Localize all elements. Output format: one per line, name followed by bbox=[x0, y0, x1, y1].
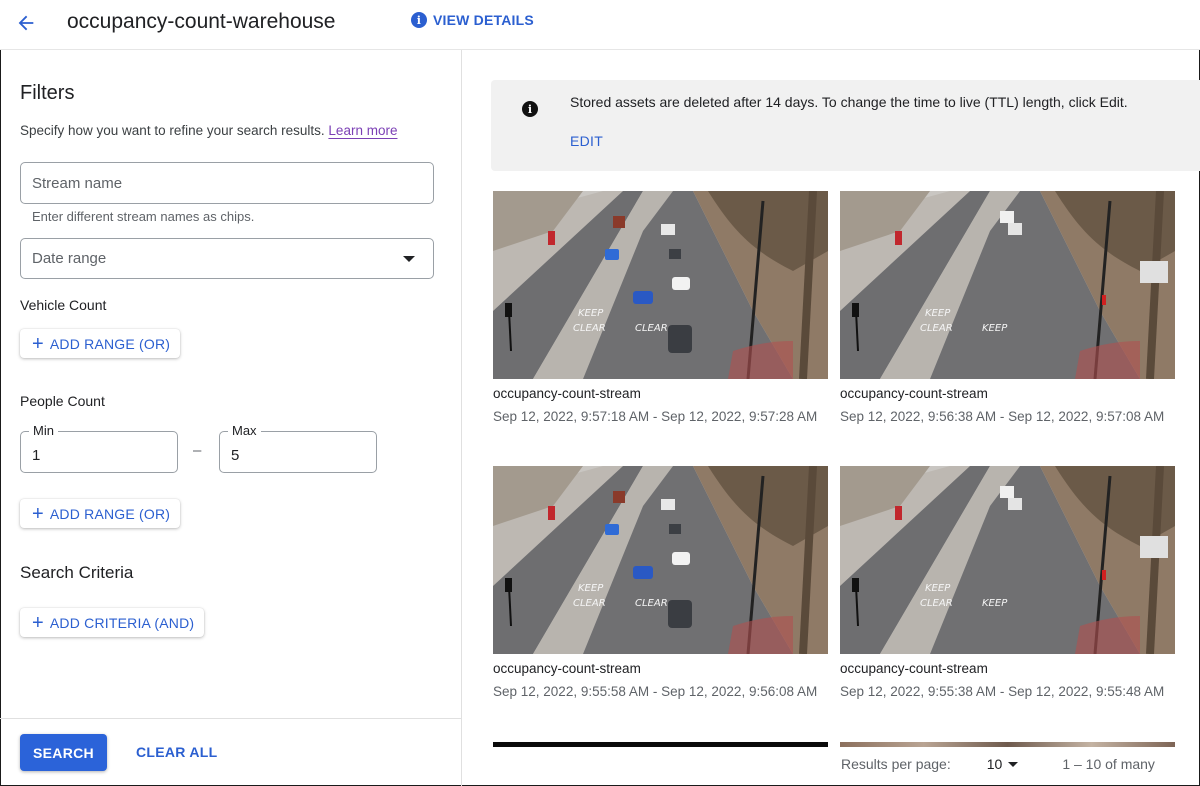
people-max-label: Max bbox=[228, 423, 261, 438]
result-stream-name: occupancy-count-stream bbox=[493, 661, 641, 676]
back-button[interactable] bbox=[12, 9, 40, 37]
page-title: occupancy-count-warehouse bbox=[67, 10, 336, 33]
people-count-label: People Count bbox=[20, 393, 105, 409]
vehicle-add-range-button[interactable]: + ADD RANGE (OR) bbox=[20, 329, 181, 358]
svg-text:CLEAR: CLEAR bbox=[635, 323, 668, 334]
stream-name-input[interactable] bbox=[21, 163, 433, 203]
traffic-camera-thumbnail: KEEP CLEAR KEEP bbox=[840, 466, 1175, 654]
people-add-range-button[interactable]: + ADD RANGE (OR) bbox=[20, 499, 181, 528]
result-card-partial[interactable] bbox=[840, 742, 1175, 747]
people-max-input[interactable] bbox=[220, 432, 376, 472]
result-time-range: Sep 12, 2022, 9:55:58 AM - Sep 12, 2022,… bbox=[493, 684, 818, 699]
svg-text:KEEP: KEEP bbox=[982, 323, 1008, 334]
stream-name-hint: Enter different stream names as chips. bbox=[32, 209, 255, 224]
plus-icon: + bbox=[32, 611, 44, 634]
plus-icon: + bbox=[32, 502, 44, 525]
traffic-camera-thumbnail: KEEP CLEAR CLEAR bbox=[493, 191, 828, 379]
svg-text:KEEP: KEEP bbox=[578, 583, 604, 594]
arrow-left-icon bbox=[18, 15, 34, 31]
result-time-range: Sep 12, 2022, 9:55:38 AM - Sep 12, 2022,… bbox=[840, 684, 1165, 699]
info-icon: i bbox=[411, 12, 427, 28]
search-button[interactable]: SEARCH bbox=[20, 734, 107, 771]
filters-description-text: Specify how you want to refine your sear… bbox=[20, 123, 325, 138]
people-max-field[interactable]: Max bbox=[219, 423, 377, 473]
result-stream-name: occupancy-count-stream bbox=[493, 386, 641, 401]
ttl-notice-banner: i Stored assets are deleted after 14 day… bbox=[491, 80, 1200, 171]
results-range-label: 1 – 10 of many bbox=[1062, 756, 1155, 772]
people-min-input[interactable] bbox=[21, 432, 177, 472]
view-details-button[interactable]: i VIEW DETAILS bbox=[411, 12, 534, 28]
people-add-range-label: ADD RANGE (OR) bbox=[49, 505, 171, 522]
svg-text:KEEP: KEEP bbox=[925, 583, 951, 594]
view-details-label: VIEW DETAILS bbox=[433, 12, 534, 28]
results-per-page-label: Results per page: bbox=[841, 756, 951, 772]
footer-divider bbox=[0, 718, 462, 719]
svg-text:KEEP: KEEP bbox=[925, 308, 951, 319]
traffic-scene-graphic: KEEP CLEAR KEEP bbox=[840, 466, 1175, 654]
results-per-page-select[interactable]: 10 bbox=[987, 756, 1019, 772]
stream-name-field[interactable] bbox=[20, 162, 434, 204]
edit-ttl-button[interactable]: EDIT bbox=[570, 133, 603, 149]
results-panel: i Stored assets are deleted after 14 day… bbox=[463, 50, 1200, 786]
pagination: Results per page: 10 1 – 10 of many bbox=[841, 756, 1155, 772]
svg-text:CLEAR: CLEAR bbox=[573, 598, 606, 609]
range-separator: – bbox=[193, 442, 202, 459]
date-range-label: Date range bbox=[32, 250, 107, 267]
vehicle-count-label: Vehicle Count bbox=[20, 297, 107, 313]
svg-text:CLEAR: CLEAR bbox=[573, 323, 606, 334]
plus-icon: + bbox=[32, 332, 44, 355]
search-criteria-label: Search Criteria bbox=[20, 563, 134, 582]
svg-text:CLEAR: CLEAR bbox=[920, 598, 953, 609]
filters-panel: Filters Specify how you want to refine y… bbox=[0, 50, 462, 786]
result-stream-name: occupancy-count-stream bbox=[840, 661, 988, 676]
top-bar: occupancy-count-warehouse i VIEW DETAILS bbox=[0, 0, 1200, 50]
dropdown-caret-icon bbox=[403, 255, 415, 262]
svg-text:CLEAR: CLEAR bbox=[920, 323, 953, 334]
result-stream-name: occupancy-count-stream bbox=[840, 386, 988, 401]
people-min-field[interactable]: Min bbox=[20, 423, 178, 473]
result-card-partial[interactable] bbox=[493, 742, 828, 747]
result-card[interactable]: KEEP CLEAR KEEP occupancy-count-stream S… bbox=[840, 191, 1175, 424]
result-card[interactable]: KEEP CLEAR KEEP occupancy-count-stream S… bbox=[840, 466, 1175, 699]
svg-text:KEEP: KEEP bbox=[578, 308, 604, 319]
traffic-camera-thumbnail: KEEP CLEAR KEEP bbox=[840, 191, 1175, 379]
filters-title: Filters bbox=[20, 82, 75, 104]
traffic-scene-graphic: KEEP CLEAR CLEAR bbox=[493, 191, 828, 379]
svg-text:CLEAR: CLEAR bbox=[635, 598, 668, 609]
filters-description: Specify how you want to refine your sear… bbox=[20, 123, 397, 138]
add-criteria-button[interactable]: + ADD CRITERIA (AND) bbox=[20, 608, 205, 637]
result-time-range: Sep 12, 2022, 9:56:38 AM - Sep 12, 2022,… bbox=[840, 409, 1165, 424]
result-card[interactable]: KEEP CLEAR CLEAR occupancy-count-stream … bbox=[493, 191, 828, 424]
result-time-range: Sep 12, 2022, 9:57:18 AM - Sep 12, 2022,… bbox=[493, 409, 818, 424]
notice-text: Stored assets are deleted after 14 days.… bbox=[570, 94, 1128, 110]
traffic-scene-graphic: KEEP CLEAR KEEP bbox=[840, 191, 1175, 379]
clear-all-button[interactable]: CLEAR ALL bbox=[136, 744, 218, 760]
vehicle-add-range-label: ADD RANGE (OR) bbox=[49, 335, 171, 352]
date-range-select[interactable]: Date range bbox=[20, 238, 434, 279]
traffic-scene-graphic: KEEP CLEAR CLEAR bbox=[493, 466, 828, 654]
learn-more-link[interactable]: Learn more bbox=[328, 123, 397, 138]
add-criteria-label: ADD CRITERIA (AND) bbox=[49, 614, 195, 631]
info-icon: i bbox=[522, 101, 538, 117]
svg-text:KEEP: KEEP bbox=[982, 598, 1008, 609]
results-per-page-value: 10 bbox=[986, 756, 1003, 772]
people-min-label: Min bbox=[29, 423, 58, 438]
traffic-camera-thumbnail: KEEP CLEAR CLEAR bbox=[493, 466, 828, 654]
result-card[interactable]: KEEP CLEAR CLEAR occupancy-count-stream … bbox=[493, 466, 828, 699]
dropdown-caret-icon bbox=[1008, 761, 1019, 767]
